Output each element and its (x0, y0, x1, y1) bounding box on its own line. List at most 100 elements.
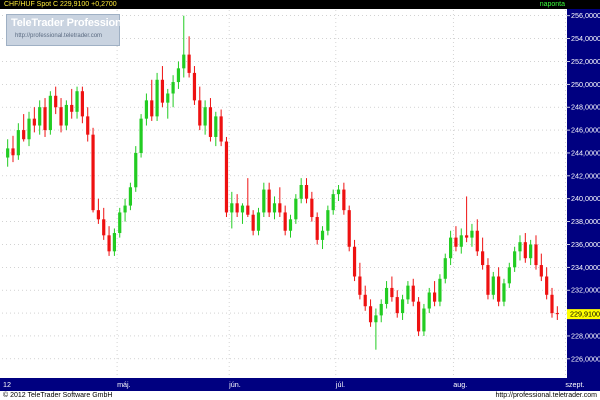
candle-body (214, 116, 218, 137)
candle-body (246, 205, 250, 215)
y-tick-label: 232,0000 (571, 286, 600, 295)
y-tick-label: 250,0000 (571, 80, 600, 89)
candle-body (454, 237, 458, 247)
candle-body (400, 299, 405, 314)
y-tick-label: 236,0000 (571, 240, 600, 249)
candle-body (48, 95, 52, 131)
candle-body (6, 148, 10, 158)
candle-body (539, 265, 543, 277)
candle-body (449, 237, 453, 259)
candle-body (32, 118, 36, 126)
candle-body (347, 210, 351, 247)
candle-body (64, 104, 68, 126)
candle-body (38, 107, 42, 126)
candle-body (208, 107, 213, 137)
candle-body (27, 118, 31, 140)
x-tick-label: szept. (565, 380, 584, 389)
y-tick-label: 234,0000 (571, 263, 600, 272)
candle-body (22, 130, 26, 140)
candle-body (374, 315, 378, 323)
candle-body (481, 251, 485, 266)
candle-body (262, 189, 266, 213)
candle-body (406, 285, 410, 300)
candle-body (75, 91, 79, 112)
candle-body (11, 148, 15, 156)
candle-body (155, 79, 159, 117)
candle-body (294, 198, 298, 220)
candle-body (134, 152, 138, 188)
candle-body (198, 100, 202, 126)
candle-body (368, 306, 373, 323)
candle-body (422, 308, 426, 332)
candle-body (187, 54, 191, 73)
candle-body (363, 294, 367, 307)
candle-body (427, 292, 431, 309)
x-axis-panel (0, 378, 567, 391)
price-chart[interactable]: 226,0000228,0000230,0000232,0000234,0000… (0, 0, 600, 400)
candle-body (315, 217, 319, 240)
x-tick-label: 12 (3, 380, 11, 389)
candle-body (96, 210, 100, 220)
candle-body (240, 205, 245, 213)
candle-body (267, 189, 271, 213)
header-bar: CHF/HUF Spot C 229,9100 +0,2700 naponta (0, 0, 600, 9)
last-price-marker: 229,9100 (567, 309, 600, 320)
candle-body (230, 203, 234, 213)
candle-body (416, 301, 421, 332)
candle-body (342, 189, 346, 211)
x-tick-label: júl. (335, 380, 345, 389)
candles (6, 15, 559, 350)
candle-body (486, 265, 490, 295)
last-price-label: 229,9100 (570, 310, 600, 319)
candle-body (304, 184, 309, 199)
candle-body (331, 194, 335, 211)
x-tick-label: máj. (117, 380, 131, 389)
candle-body (107, 235, 111, 252)
candle-body (272, 203, 277, 213)
candle-body (358, 276, 362, 295)
candle-body (513, 251, 517, 268)
candle-body (166, 93, 170, 103)
candle-body (203, 107, 207, 126)
candle-body (112, 233, 116, 252)
candle-body (128, 187, 133, 206)
candle-body (432, 292, 437, 302)
y-tick-label: 246,0000 (571, 126, 600, 135)
footer-url[interactable]: http://professional.teletrader.com (495, 391, 597, 400)
candle-body (144, 100, 149, 119)
candle-body (529, 244, 533, 259)
candle-body (70, 104, 74, 112)
candle-body (224, 141, 229, 213)
candle-body (80, 91, 84, 117)
copyright-text: © 2012 TeleTrader Software GmbH (3, 392, 113, 399)
brand-watermark: TeleTrader Professional http://professio… (6, 14, 131, 46)
candle-body (278, 203, 282, 213)
candle-body (507, 267, 511, 284)
candle-body (352, 246, 357, 277)
candle-body (54, 95, 58, 108)
candle-body (411, 285, 415, 302)
candle-body (534, 244, 538, 266)
candle-body (465, 235, 469, 238)
candle-body (395, 297, 399, 314)
candle-body (160, 79, 165, 103)
candle-body (336, 189, 341, 195)
y-tick-label: 242,0000 (571, 171, 600, 180)
y-tick-label: 238,0000 (571, 217, 600, 226)
y-tick-label: 252,0000 (571, 57, 600, 66)
candle-body (299, 184, 303, 199)
candle-body (123, 205, 127, 213)
candle-body (192, 72, 197, 101)
candle-body (219, 116, 223, 142)
candle-body (555, 313, 559, 315)
x-tick-label: aug. (453, 380, 467, 389)
candle-body (171, 82, 175, 94)
y-tick-label: 254,0000 (571, 34, 600, 43)
candle-body (491, 276, 495, 295)
candle-body (523, 242, 527, 259)
candle-body (43, 107, 47, 131)
candle-body (310, 198, 314, 218)
candle-body (497, 276, 501, 302)
candle-body (235, 203, 239, 213)
candle-body (475, 230, 479, 252)
